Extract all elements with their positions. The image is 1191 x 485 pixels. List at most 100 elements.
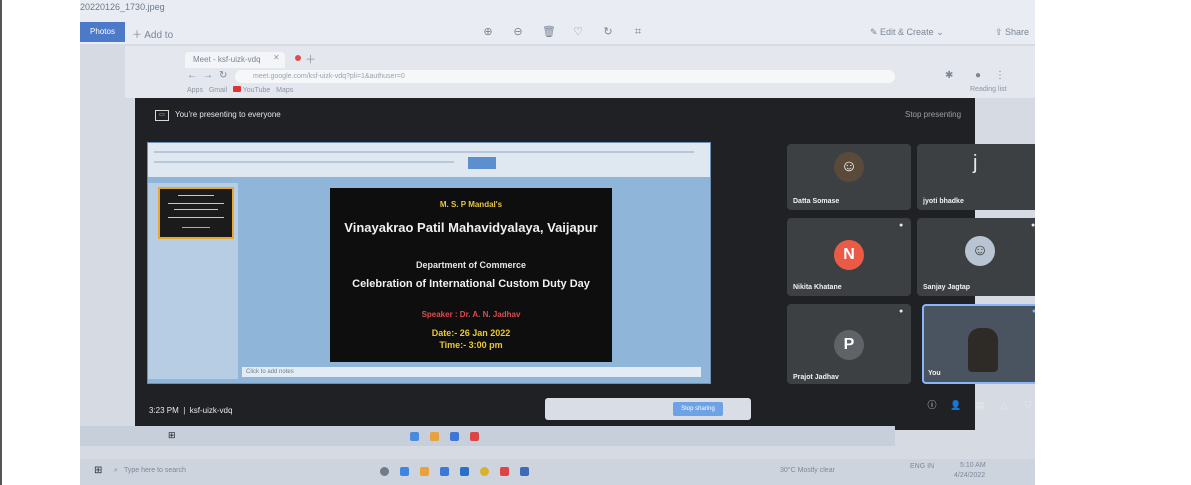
search-icon: ⌕ <box>114 467 118 474</box>
taskbar-app-icon[interactable] <box>410 432 419 441</box>
mic-muted-icon: ● <box>1031 222 1035 229</box>
slide-time: Time:- 3:00 pm <box>439 340 503 350</box>
mic-muted-icon: ● <box>899 222 904 229</box>
new-tab-icon[interactable]: ＋ <box>305 51 316 67</box>
browser-tab-meet[interactable]: Meet - ksf-uizk-vdq <box>185 52 285 68</box>
self-video-person <box>968 328 998 372</box>
taskbar-app-icon[interactable] <box>470 432 479 441</box>
ribbon-divider <box>154 161 454 163</box>
reload-icon[interactable]: ↻ <box>219 70 227 81</box>
taskbar-search-box[interactable]: Type here to search <box>124 467 186 474</box>
people-icon[interactable]: 👤 <box>949 398 963 412</box>
share-label: Share <box>1005 27 1030 37</box>
photos-icon[interactable] <box>520 467 529 476</box>
favorite-icon[interactable]: ♡ <box>572 26 584 38</box>
current-slide[interactable]: M. S. P Mandal's Vinayakrao Patil Mahavi… <box>330 188 612 362</box>
windows-start-icon[interactable]: ⊞ <box>94 465 102 476</box>
shared-screen-powerpoint: M. S. P Mandal's Vinayakrao Patil Mahavi… <box>147 142 711 384</box>
zoom-out-icon[interactable]: ⊖ <box>512 26 524 38</box>
inner-taskbar: ⊞ <box>80 426 895 446</box>
slide-notes-field[interactable]: Click to add notes <box>242 367 701 377</box>
bookmarks-bar: Apps Gmail YouTube Maps <box>187 86 293 94</box>
chat-icon[interactable]: ▤ <box>973 398 987 412</box>
file-explorer-icon[interactable] <box>420 467 429 476</box>
participant-name: Nikita Khatane <box>793 284 842 291</box>
slide-org-name: M. S. P Mandal's <box>439 200 503 209</box>
bookmark-maps[interactable]: Maps <box>276 87 293 94</box>
host-controls-icon[interactable]: ⛉ <box>1021 398 1035 412</box>
participant-name: Prajot Jadhav <box>793 374 839 381</box>
bookmark-apps[interactable]: Apps <box>187 87 203 94</box>
start-icon[interactable]: ⊞ <box>168 430 176 441</box>
avatar: ☺ <box>965 236 995 266</box>
rotate-icon[interactable]: ↻ <box>602 26 614 38</box>
add-to-button[interactable]: ＋ Add to <box>132 26 173 41</box>
scan-margin-right <box>1035 0 1191 485</box>
photo-of-monitor: 20220126_1730.jpeg Photos ＋ Add to ⊕ ⊖ 🗑… <box>80 0 1035 485</box>
share-button[interactable]: ⇪ Share <box>995 27 1029 38</box>
zoom-in-icon[interactable]: ⊕ <box>482 26 494 38</box>
ribbon-divider <box>154 151 694 153</box>
chrome-icon[interactable] <box>480 467 489 476</box>
address-bar[interactable]: meet.google.com/ksf-uizk-vdq?pli=1&authu… <box>235 70 895 83</box>
taskbar-app-icon[interactable] <box>430 432 439 441</box>
weather-widget[interactable]: 30°C Mostly clear <box>780 467 835 474</box>
thumb-text-line <box>182 227 210 228</box>
thumb-text-line <box>168 203 224 204</box>
participant-tile-5[interactable]: ● P Prajot Jadhav <box>787 304 911 384</box>
participant-name: You <box>928 370 941 377</box>
forward-arrow-icon[interactable]: → <box>203 70 213 81</box>
edge-icon[interactable] <box>400 467 409 476</box>
photos-button[interactable]: Photos <box>80 22 125 42</box>
avatar: N <box>834 240 864 270</box>
thumb-text-line <box>178 195 214 196</box>
language-indicator[interactable]: ENG IN <box>910 463 934 470</box>
store-icon[interactable] <box>440 467 449 476</box>
avatar: ☺ <box>834 152 864 182</box>
scan-margin-left <box>0 0 82 485</box>
slide-college-name: Vinayakrao Patil Mahavidyalaya, Vaijapur <box>344 220 598 235</box>
presenting-banner: You're presenting to everyone <box>175 110 281 119</box>
taskbar-app-icon[interactable] <box>450 432 459 441</box>
participant-tile-3[interactable]: ● N Nikita Khatane <box>787 218 911 296</box>
back-arrow-icon[interactable]: ← <box>187 70 197 81</box>
tab-title: Meet - ksf-uizk-vdq <box>193 55 261 64</box>
slide-department: Department of Commerce <box>415 260 527 270</box>
slide-date: Date:- 26 Jan 2022 <box>431 328 511 338</box>
slide-speaker: Speaker : Dr. A. N. Jadhav <box>421 310 521 319</box>
stop-sharing-button[interactable]: Stop sharing <box>673 402 723 416</box>
close-tab-icon[interactable]: ✕ <box>273 53 280 62</box>
delete-icon[interactable]: 🗑 <box>542 26 556 38</box>
participant-tile-1[interactable]: ☺ Datta Somase <box>787 144 911 210</box>
reading-list-button[interactable]: Reading list <box>970 86 1007 93</box>
info-icon[interactable]: ⓘ <box>925 398 939 412</box>
participant-tile-self[interactable]: ● You <box>922 304 1035 384</box>
thumb-text-line <box>168 217 224 218</box>
profile-avatar-icon[interactable]: ● <box>975 70 981 81</box>
menu-dots-icon[interactable]: ⋮ <box>995 70 1005 81</box>
speaking-indicator-icon: ● <box>1032 308 1035 315</box>
thumb-text-line <box>174 209 218 210</box>
edit-create-button[interactable]: ✎ Edit & Create ⌄ <box>870 27 944 38</box>
mail-icon[interactable] <box>460 467 469 476</box>
photos-app-toolbar: 20220126_1730.jpeg Photos ＋ Add to ⊕ ⊖ 🗑… <box>80 0 1035 44</box>
participant-tile-2[interactable]: j jyoti bhadke <box>917 144 1035 210</box>
photos-window-title: 20220126_1730.jpeg <box>80 2 165 12</box>
bookmark-gmail[interactable]: Gmail <box>209 87 227 94</box>
system-clock[interactable]: 5:10 AM <box>960 462 986 469</box>
stop-presenting-button[interactable]: Stop presenting <box>905 110 961 119</box>
bookmark-youtube[interactable]: YouTube <box>243 87 271 94</box>
extensions-icon[interactable]: ✱ <box>945 70 953 81</box>
avatar-initial: j <box>973 152 978 174</box>
system-date[interactable]: 4/24/2022 <box>954 472 985 479</box>
crop-icon[interactable]: ⌗ <box>632 26 644 38</box>
office-icon[interactable] <box>500 467 509 476</box>
powerpoint-ribbon <box>148 143 710 177</box>
task-view-icon[interactable] <box>380 467 389 476</box>
slide-thumbnails-pane <box>148 183 238 379</box>
edit-create-label: Edit & Create <box>880 27 934 37</box>
slide-thumbnail-1[interactable] <box>158 187 234 239</box>
google-meet-window: ▭ You're presenting to everyone Stop pre… <box>135 98 1035 430</box>
activities-icon[interactable]: △ <box>997 398 1011 412</box>
participant-tile-4[interactable]: ● ☺ Sanjay Jagtap <box>917 218 1035 296</box>
